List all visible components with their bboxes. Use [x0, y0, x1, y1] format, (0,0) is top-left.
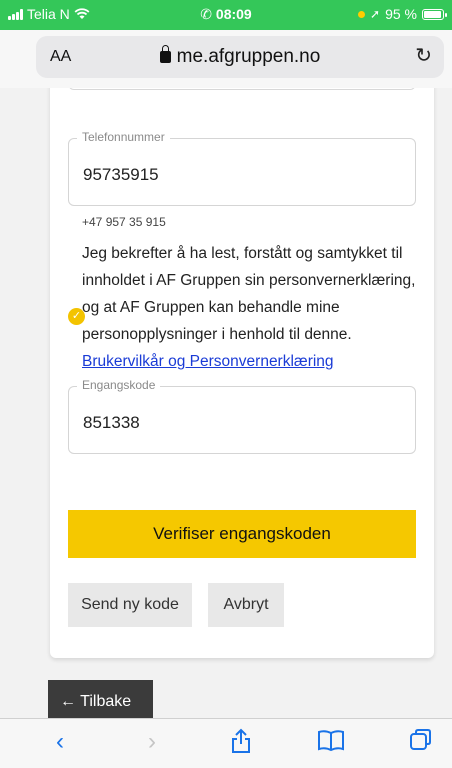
page-content: Telefonnummer 95735915 +47 957 35 915 ✓ … — [0, 88, 452, 708]
phone-field-label: Telefonnummer — [77, 130, 170, 144]
tabs-icon[interactable] — [406, 728, 436, 758]
phone-formatted: +47 957 35 915 — [82, 215, 166, 229]
consent-body: Jeg bekrefter å ha lest, forstått og sam… — [82, 245, 416, 343]
phone-icon: ✆ — [200, 6, 216, 22]
battery-percent: 95 % — [385, 6, 417, 22]
code-field-value: 851338 — [83, 413, 140, 432]
url-text: me.afgruppen.no — [176, 46, 321, 67]
battery-icon — [422, 8, 447, 20]
lock-icon — [159, 45, 171, 63]
back-icon[interactable]: ‹ — [45, 728, 75, 758]
location-icon: ➚ — [370, 7, 381, 21]
terms-link[interactable]: Brukervilkår og Personvernerklæring — [82, 353, 334, 370]
browser-toolbar: ‹ › — [0, 718, 452, 768]
browser-top-bar: AA me.afgruppen.no ↻ — [0, 30, 452, 88]
forward-icon[interactable]: › — [137, 728, 167, 758]
phone-field-value: 95735915 — [83, 165, 159, 184]
phone-field[interactable]: Telefonnummer 95735915 — [68, 130, 416, 206]
cancel-button[interactable]: Avbryt — [208, 583, 284, 627]
status-right: ➚ 95 % — [358, 6, 447, 22]
reload-icon[interactable]: ↻ — [415, 43, 432, 68]
code-field[interactable]: Engangskode 851338 — [68, 378, 416, 454]
form-card: Telefonnummer 95735915 +47 957 35 915 ✓ … — [50, 88, 434, 658]
url-bar[interactable]: AA me.afgruppen.no ↻ — [36, 36, 444, 78]
bookmarks-icon[interactable] — [316, 728, 346, 758]
resend-code-button[interactable]: Send ny kode — [68, 583, 192, 627]
url-display[interactable]: me.afgruppen.no — [36, 45, 444, 68]
consent-text: Jeg bekrefter å ha lest, forstått og sam… — [82, 240, 418, 375]
code-field-label: Engangskode — [77, 378, 161, 392]
status-bar: Telia N ✆ 08:09 ➚ 95 % — [0, 0, 452, 30]
mic-indicator-icon — [358, 10, 366, 18]
share-icon[interactable] — [226, 728, 256, 758]
previous-input-field[interactable] — [68, 88, 416, 90]
verify-code-button[interactable]: Verifiser engangskoden — [68, 510, 416, 558]
